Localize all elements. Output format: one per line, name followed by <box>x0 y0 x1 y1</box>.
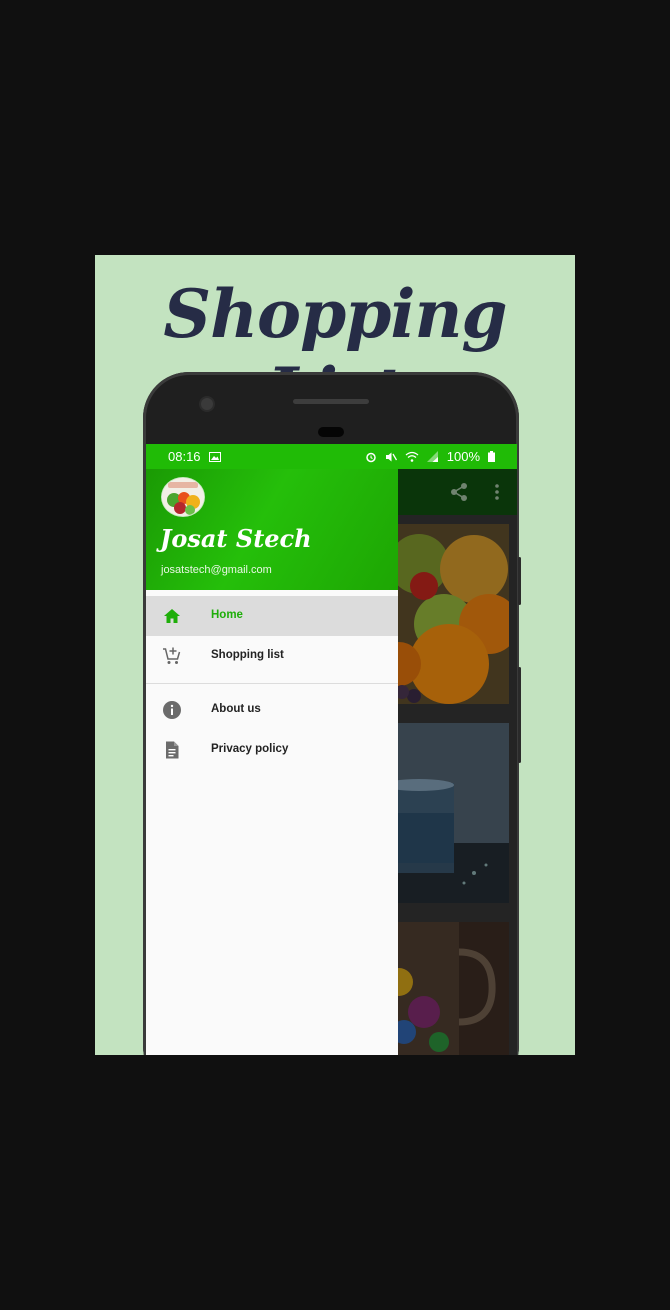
home-icon <box>164 609 180 623</box>
alarm-icon <box>366 452 376 462</box>
menu-item-label: Privacy policy <box>211 743 289 755</box>
promo-poster: Shopping List 08:16 <box>95 255 575 1055</box>
add-cart-icon <box>163 647 181 664</box>
battery-percent: 100% <box>446 449 480 464</box>
avatar[interactable] <box>161 477 205 517</box>
menu-item-label: About us <box>211 703 261 715</box>
status-bar: 08:16 100% <box>146 444 517 469</box>
proximity-sensor <box>201 398 213 410</box>
document-icon <box>166 741 179 759</box>
power-button <box>518 667 521 763</box>
info-icon <box>163 701 181 719</box>
menu-item-about-us[interactable]: About us <box>146 690 398 730</box>
volume-button <box>518 557 521 605</box>
signal-icon <box>426 451 438 462</box>
vegetables-avatar-image <box>162 478 204 516</box>
menu-item-label: Home <box>211 609 243 621</box>
drawer-header: Josat Stech josatstech@gmail.com <box>146 469 398 590</box>
gallery-notification-icon <box>208 451 221 462</box>
navigation-drawer: Josat Stech josatstech@gmail.com Home Sh… <box>146 469 398 1055</box>
menu-item-home[interactable]: Home <box>146 596 398 636</box>
status-time: 08:16 <box>168 449 201 464</box>
earpiece-speaker <box>293 399 369 404</box>
front-camera <box>318 427 344 437</box>
mute-icon <box>385 452 397 461</box>
battery-icon <box>488 451 495 462</box>
wifi-icon <box>405 451 419 462</box>
user-email: josatstech@gmail.com <box>161 564 272 576</box>
phone-screen: 08:16 100% Josat Stech josatstech@gmail.… <box>146 444 517 1055</box>
menu-item-shopping-list[interactable]: Shopping list <box>146 636 398 676</box>
menu-item-privacy-policy[interactable]: Privacy policy <box>146 730 398 770</box>
menu-item-label: Shopping list <box>211 649 284 661</box>
menu-divider <box>146 683 398 684</box>
user-name: Josat Stech <box>160 524 312 553</box>
